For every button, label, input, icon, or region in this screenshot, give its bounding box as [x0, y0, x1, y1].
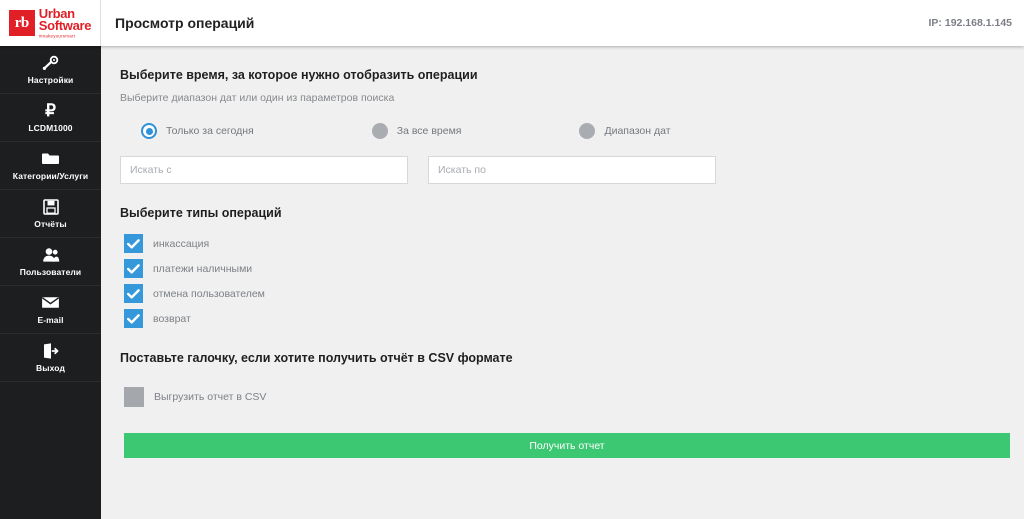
- sidebar-item-email[interactable]: E-mail: [0, 286, 101, 334]
- sidebar-item-settings[interactable]: Настройки: [0, 46, 101, 94]
- sidebar-item-label: Пользователи: [19, 267, 82, 277]
- logo-mark-icon: rb: [8, 10, 35, 36]
- sidebar-item-users[interactable]: Пользователи: [0, 238, 101, 286]
- date-from-input[interactable]: [120, 156, 408, 184]
- date-mode-radio-group: Только за сегодня За все время Диапазон …: [120, 120, 1008, 142]
- checkbox-label: отмена пользователем: [153, 287, 265, 300]
- logo-wordmark: Urban Software #makeyoursmart: [38, 7, 92, 39]
- date-inputs-row: [120, 156, 1008, 184]
- time-section-heading: Выберите время, за которое нужно отобраз…: [120, 68, 478, 82]
- checkbox-label: инкассация: [153, 237, 210, 250]
- radio-selected-icon: [141, 123, 157, 139]
- logo-mark-text: rb: [14, 14, 30, 31]
- checkbox-checked-icon: [124, 259, 143, 278]
- sidebar-item-label: E-mail: [37, 315, 64, 325]
- radio-option-today[interactable]: Только за сегодня: [141, 123, 254, 139]
- get-report-button[interactable]: Получить отчет: [124, 433, 1010, 458]
- radio-unselected-icon: [579, 123, 596, 139]
- checkbox-row-user-cancel[interactable]: отмена пользователем: [120, 282, 1008, 305]
- logout-icon: [42, 342, 59, 359]
- radio-option-date-range[interactable]: Диапазон дат: [579, 123, 671, 139]
- radio-label: Только за сегодня: [166, 125, 254, 137]
- radio-label: Диапазон дат: [604, 125, 671, 137]
- checkbox-row-collection[interactable]: инкассация: [120, 232, 1008, 255]
- checkbox-checked-icon: [124, 309, 143, 328]
- main-content: Выберите время, за которое нужно отобраз…: [101, 46, 1024, 519]
- sidebar: Настройки ₽ LCDM1000 Категории/Услуги От…: [0, 46, 101, 519]
- header-ip-address: IP: 192.168.1.145: [928, 17, 1012, 29]
- users-icon: [42, 246, 60, 263]
- folder-icon: [41, 150, 61, 167]
- sidebar-item-logout[interactable]: Выход: [0, 334, 101, 382]
- settings-icon: [42, 54, 60, 71]
- content-inner: Выберите время, за которое нужно отобраз…: [101, 46, 1024, 458]
- sidebar-item-label: LCDM1000: [28, 123, 73, 133]
- checkbox-row-refund[interactable]: возврат: [120, 307, 1008, 330]
- sidebar-item-reports[interactable]: Отчёты: [0, 190, 101, 238]
- envelope-icon: [41, 294, 60, 311]
- checkbox-label: платежи наличными: [153, 262, 253, 275]
- checkbox-unchecked-icon: [124, 386, 144, 407]
- sidebar-item-label: Выход: [36, 363, 65, 373]
- radio-unselected-icon: [371, 123, 388, 139]
- checkbox-row-export-csv[interactable]: Выгрузить отчет в CSV: [120, 385, 1008, 408]
- date-to-input[interactable]: [428, 156, 716, 184]
- time-section-subheading: Выберите диапазон дат или один из параме…: [120, 92, 395, 104]
- types-section-heading: Выберите типы операций: [120, 206, 282, 220]
- radio-option-all-time[interactable]: За все время: [371, 123, 462, 139]
- sidebar-item-label: Отчёты: [34, 219, 67, 229]
- checkbox-checked-icon: [124, 234, 143, 253]
- csv-section-heading: Поставьте галочку, если хотите получить …: [120, 351, 513, 365]
- logo-tagline: #makeyoursmart: [38, 32, 76, 39]
- save-icon: [42, 198, 59, 215]
- sidebar-item-categories[interactable]: Категории/Услуги: [0, 142, 101, 190]
- checkbox-checked-icon: [124, 284, 143, 303]
- ruble-icon: ₽: [45, 101, 56, 120]
- logo-zone[interactable]: rb Urban Software #makeyoursmart: [0, 0, 101, 46]
- page-title: Просмотр операций: [115, 15, 255, 31]
- radio-label: За все время: [396, 125, 462, 137]
- checkbox-label: возврат: [153, 312, 191, 325]
- checkbox-label: Выгрузить отчет в CSV: [154, 390, 267, 403]
- sidebar-item-lcdm1000[interactable]: ₽ LCDM1000: [0, 94, 101, 142]
- logo-line2: Software: [38, 17, 92, 33]
- sidebar-item-label: Настройки: [27, 75, 74, 85]
- checkbox-row-cash-payments[interactable]: платежи наличными: [120, 257, 1008, 280]
- app-header: rb Urban Software #makeyoursmart Просмот…: [0, 0, 1024, 46]
- sidebar-item-label: Категории/Услуги: [12, 171, 89, 181]
- app-root: rb Urban Software #makeyoursmart Просмот…: [0, 0, 1024, 519]
- brand-logo: rb Urban Software #makeyoursmart: [8, 7, 92, 39]
